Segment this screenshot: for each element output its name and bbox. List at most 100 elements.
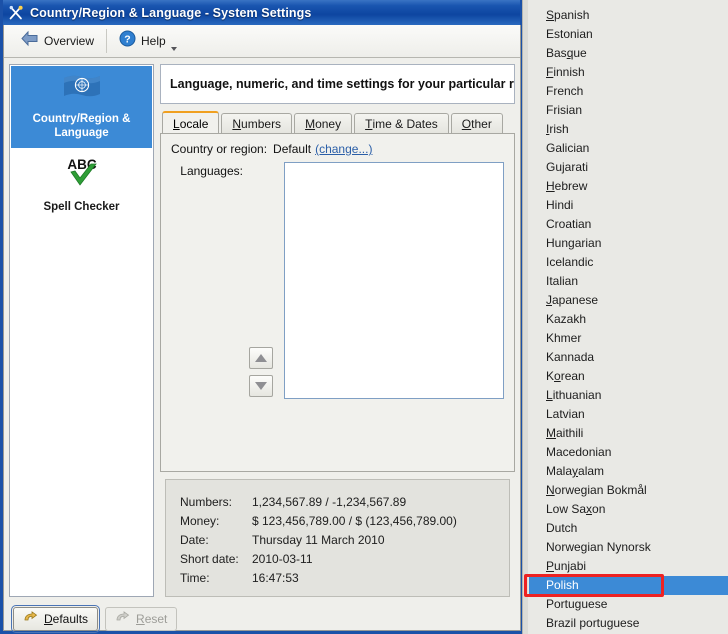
country-label: Country or region: — [171, 142, 268, 156]
dialog-button-bar: Defaults Reset — [4, 597, 520, 634]
country-change-link[interactable]: (change...) — [315, 142, 372, 156]
dropdown-item[interactable]: Kannada — [529, 348, 728, 367]
summary-key: Date: — [180, 533, 209, 547]
dropdown-item[interactable]: Galician — [529, 139, 728, 158]
dropdown-item[interactable]: Basque — [529, 44, 728, 63]
application-window: Country/Region & Language - System Setti… — [0, 0, 524, 634]
summary-value: 16:47:53 — [252, 571, 299, 585]
dropdown-item[interactable]: Macedonian — [529, 443, 728, 462]
dropdown-item[interactable]: Brazil portuguese — [529, 614, 728, 633]
tab-label: ther — [471, 117, 492, 131]
summary-key: Short date: — [180, 552, 239, 566]
dropdown-item[interactable]: Low Saxon — [529, 500, 728, 519]
dropdown-item[interactable]: Polish — [529, 576, 728, 595]
sidebar-item-spell-checker[interactable]: ABC Spell Checker — [11, 148, 152, 222]
dropdown-item[interactable]: Maithili — [529, 424, 728, 443]
dropdown-item[interactable]: Icelandic — [529, 253, 728, 272]
sidebar-item-label-line1: Country/Region & — [32, 113, 131, 125]
svg-text:?: ? — [124, 33, 130, 45]
dropdown-item[interactable]: Estonian — [529, 25, 728, 44]
tab-bar: Locale Numbers Money Time & Dates Other — [160, 111, 515, 134]
country-value: Default — [273, 142, 312, 156]
back-arrow-icon — [20, 30, 39, 52]
help-button[interactable]: ? Help — [111, 28, 185, 54]
tab-other[interactable]: Other — [450, 113, 503, 134]
un-flag-icon — [61, 73, 103, 108]
format-preview-panel: Numbers: 1,234,567.89 / -1,234,567.89 Mo… — [165, 479, 510, 597]
dropdown-item[interactable]: Croatian — [529, 215, 728, 234]
summary-row: Numbers: 1,234,567.89 / -1,234,567.89 — [180, 493, 509, 512]
dropdown-item[interactable]: Portuguese — [529, 595, 728, 614]
summary-value: $ 123,456,789.00 / $ (123,456,789.00) — [252, 514, 457, 528]
summary-row: Time: 16:47:53 — [180, 569, 509, 588]
tab-money[interactable]: Money — [294, 113, 353, 134]
toolbar-separator — [106, 29, 108, 53]
summary-key: Time: — [180, 571, 210, 585]
dropdown-item[interactable]: Latvian — [529, 405, 728, 424]
tab-label: ime & Dates — [372, 117, 438, 131]
reset-button: Reset — [105, 607, 178, 631]
move-up-button[interactable] — [249, 347, 273, 369]
page-title: Language, numeric, and time settings for… — [170, 77, 515, 91]
tab-time-and-dates[interactable]: Time & Dates — [354, 113, 449, 134]
dropdown-item[interactable]: Punjabi — [529, 557, 728, 576]
abc-check-icon: ABC — [58, 155, 106, 196]
settings-pane: Language, numeric, and time settings for… — [160, 64, 515, 597]
language-dropdown-popup: Spanish Estonian Basque Finnish French Frisia… — [522, 0, 728, 634]
summary-value: 1,234,567.89 / -1,234,567.89 — [252, 495, 407, 509]
overview-button[interactable]: Overview — [12, 28, 102, 54]
dropdown-item[interactable]: Frisian — [529, 101, 728, 120]
screen: Country/Region & Language - System Setti… — [0, 0, 728, 634]
dropdown-item[interactable]: Norwegian Nynorsk — [529, 538, 728, 557]
dropdown-item[interactable]: Spanish — [529, 6, 728, 25]
dropdown-item[interactable]: Japanese — [529, 291, 728, 310]
help-label: Help — [141, 34, 166, 48]
summary-key: Numbers: — [180, 495, 233, 509]
dropdown-item[interactable]: Khmer — [529, 329, 728, 348]
window-title: Country/Region & Language - System Setti… — [30, 5, 312, 20]
dropdown-item[interactable]: Hebrew — [529, 177, 728, 196]
tab-numbers[interactable]: Numbers — [221, 113, 293, 134]
dropdown-item[interactable]: Gujarati — [529, 158, 728, 177]
dropdown-scrollbar[interactable] — [523, 0, 528, 634]
move-down-button[interactable] — [249, 375, 273, 397]
dropdown-item[interactable]: Hindi — [529, 196, 728, 215]
dropdown-item[interactable]: Italian — [529, 272, 728, 291]
reset-arrow-icon — [115, 610, 131, 628]
dropdown-item[interactable]: French — [529, 82, 728, 101]
window-client-area: Overview ? Help Country/Region & Languag… — [3, 25, 521, 634]
content-split: Country/Region & Language ABC Spell Chec… — [4, 58, 520, 597]
tab-label: umbers — [241, 117, 282, 131]
chevron-down-icon[interactable] — [170, 47, 177, 51]
dropdown-item[interactable]: Malayalam — [529, 462, 728, 481]
undo-arrow-icon — [23, 610, 39, 628]
tab-panel-locale: Country or region: Default (change...) L… — [160, 133, 515, 472]
dropdown-item[interactable]: Korean — [529, 367, 728, 386]
defaults-label: Defaults — [44, 612, 89, 626]
summary-row: Date: Thursday 11 March 2010 — [180, 531, 509, 550]
dropdown-list: Spanish Estonian Basque Finnish French Frisia… — [529, 0, 728, 633]
sidebar: Country/Region & Language ABC Spell Chec… — [9, 64, 154, 597]
dropdown-item[interactable]: Lithuanian — [529, 386, 728, 405]
dropdown-item[interactable]: Irish — [529, 120, 728, 139]
sidebar-item-country-region-language[interactable]: Country/Region & Language — [11, 66, 152, 148]
triangle-up-icon — [255, 354, 267, 362]
dropdown-item[interactable]: Hungarian — [529, 234, 728, 253]
languages-listbox[interactable] — [284, 162, 504, 399]
reset-label: Reset — [136, 612, 168, 626]
dropdown-item[interactable]: Finnish — [529, 63, 728, 82]
dropdown-item[interactable]: Norwegian Bokmål — [529, 481, 728, 500]
languages-row: Languages: — [171, 162, 504, 399]
tools-icon — [7, 4, 25, 22]
tab-label: ocale — [179, 116, 209, 131]
dropdown-item[interactable]: Dutch — [529, 519, 728, 538]
tab-label: oney — [315, 117, 342, 131]
summary-key: Money: — [180, 514, 220, 528]
defaults-button[interactable]: Defaults — [10, 605, 101, 633]
summary-value: 2010-03-11 — [252, 552, 313, 566]
tab-locale[interactable]: Locale — [162, 111, 220, 134]
summary-value: Thursday 11 March 2010 — [252, 533, 385, 547]
languages-reorder-buttons — [249, 162, 279, 399]
dropdown-item[interactable]: Kazakh — [529, 310, 728, 329]
overview-label: Overview — [44, 34, 95, 48]
